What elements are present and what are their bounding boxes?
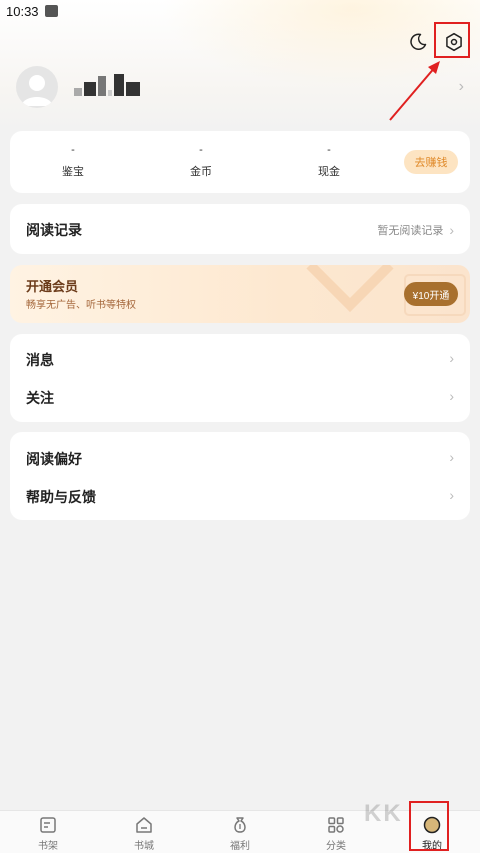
tab-bookstore[interactable]: 书城 xyxy=(120,815,168,852)
menu-item-label: 消息 xyxy=(26,352,54,368)
chevron-right-icon: › xyxy=(449,487,454,503)
status-time: 10:33 xyxy=(6,3,39,19)
stat-coins[interactable]: - 金币 xyxy=(171,145,231,179)
stat-label: 鉴宝 xyxy=(62,166,84,178)
username-pixelated xyxy=(74,74,140,96)
chevron-right-icon: › xyxy=(449,350,454,366)
status-bar: 10:33 xyxy=(0,0,480,22)
tab-label: 分类 xyxy=(326,841,346,852)
stat-label: 现金 xyxy=(318,166,340,178)
tab-category[interactable]: 分类 xyxy=(312,815,360,852)
menu-item-label: 关注 xyxy=(26,390,54,406)
theme-toggle-button[interactable] xyxy=(404,28,432,56)
reading-history-row[interactable]: 阅读记录 暂无阅读记录 › xyxy=(10,204,470,254)
profile-tab-highlight-box xyxy=(409,801,449,851)
stats-card: - 鉴宝 - 金币 - 现金 去赚钱 xyxy=(10,131,470,193)
vip-title: 开通会员 xyxy=(26,279,79,294)
chevron-right-icon: › xyxy=(449,449,454,465)
stat-cash[interactable]: - 现金 xyxy=(299,145,359,179)
money-bag-icon xyxy=(234,817,246,833)
notification-icon xyxy=(44,5,58,17)
profile-row[interactable]: › xyxy=(16,66,466,110)
tab-bookshelf[interactable]: 书架 xyxy=(24,815,72,852)
stat-label: 金币 xyxy=(190,166,212,178)
reading-history-status-wrap: 暂无阅读记录 › xyxy=(377,222,454,238)
reading-history-title: 阅读记录 xyxy=(26,222,82,238)
home-icon xyxy=(136,817,152,833)
menu-item-label: 帮助与反馈 xyxy=(26,489,96,505)
reading-history-status: 暂无阅读记录 xyxy=(377,225,444,237)
bottom-tab-bar: 书架 书城 福利 分类 我的 xyxy=(0,810,480,853)
category-icon xyxy=(328,817,344,833)
menu-group-messages: 消息 › 关注 › xyxy=(10,334,470,422)
tab-welfare[interactable]: 福利 xyxy=(216,815,264,852)
bookshelf-icon xyxy=(40,817,56,833)
tab-label: 书架 xyxy=(38,841,58,852)
stat-treasure[interactable]: - 鉴宝 xyxy=(43,145,103,179)
earn-money-button[interactable]: 去赚钱 xyxy=(404,150,458,174)
default-avatar-icon xyxy=(21,75,53,106)
chevron-right-icon: › xyxy=(449,388,454,404)
chevron-right-icon: › xyxy=(458,78,464,95)
watermark: KK xyxy=(364,800,403,827)
avatar[interactable] xyxy=(16,66,58,108)
stat-value: - xyxy=(327,144,331,156)
vip-banner[interactable]: 开通会员 畅享无广告、听书等特权 ¥10开通 xyxy=(10,265,470,323)
stat-value: - xyxy=(199,144,203,156)
chevron-right-icon: › xyxy=(449,222,454,238)
menu-group-preferences: 阅读偏好 › 帮助与反馈 › xyxy=(10,432,470,520)
tab-label: 福利 xyxy=(230,841,250,852)
vip-subtitle: 畅享无广告、听书等特权 xyxy=(26,300,136,311)
settings-highlight-box xyxy=(434,22,470,58)
moon-icon xyxy=(410,33,427,50)
tab-label: 书城 xyxy=(134,841,154,852)
vip-open-button[interactable]: ¥10开通 xyxy=(404,282,458,306)
menu-item-label: 阅读偏好 xyxy=(26,451,82,467)
stat-value: - xyxy=(71,144,75,156)
